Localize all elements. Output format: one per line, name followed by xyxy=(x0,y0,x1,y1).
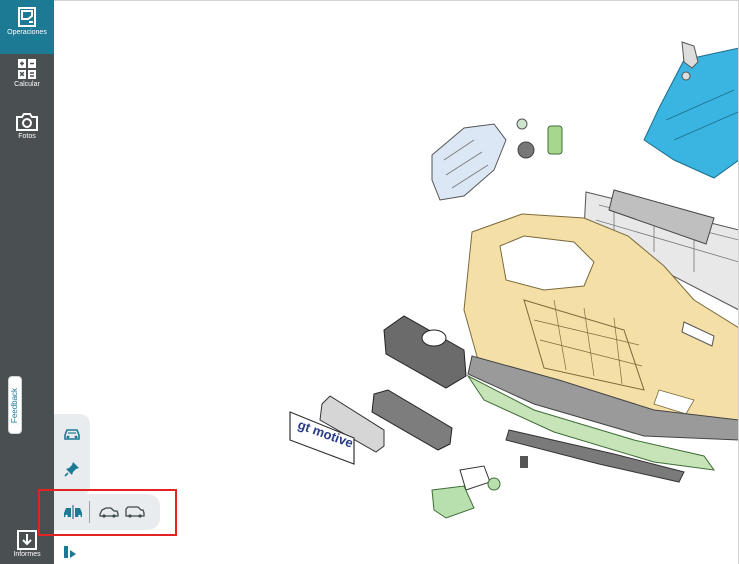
sidebar-item-label: Fotos xyxy=(18,133,36,140)
horn-part[interactable] xyxy=(516,118,563,159)
frame-top-border xyxy=(54,0,739,1)
parts-diagram: gt motive xyxy=(289,41,739,519)
sidebar-item-calcular[interactable]: Calcular xyxy=(0,56,54,104)
camera-icon xyxy=(16,113,38,131)
feedback-tab[interactable]: Feedback xyxy=(8,376,22,434)
grille-mesh-part[interactable] xyxy=(383,315,467,389)
feedback-label: Feedback xyxy=(10,387,20,423)
sidebar-item-operaciones[interactable]: Operaciones xyxy=(0,0,54,54)
sidebar-item-label: Operaciones xyxy=(7,29,47,36)
door-icon xyxy=(18,7,36,27)
sidebar-item-informes[interactable]: Informes xyxy=(0,528,54,564)
fog-light-part[interactable] xyxy=(431,456,528,519)
headlight-part[interactable] xyxy=(431,123,507,201)
calculator-icon xyxy=(18,59,36,79)
sidebar-item-fotos[interactable]: Fotos xyxy=(0,110,54,154)
sidebar-item-label: Informes xyxy=(13,551,41,558)
sidebar-item-label: Calcular xyxy=(14,81,40,88)
download-icon xyxy=(17,530,37,550)
